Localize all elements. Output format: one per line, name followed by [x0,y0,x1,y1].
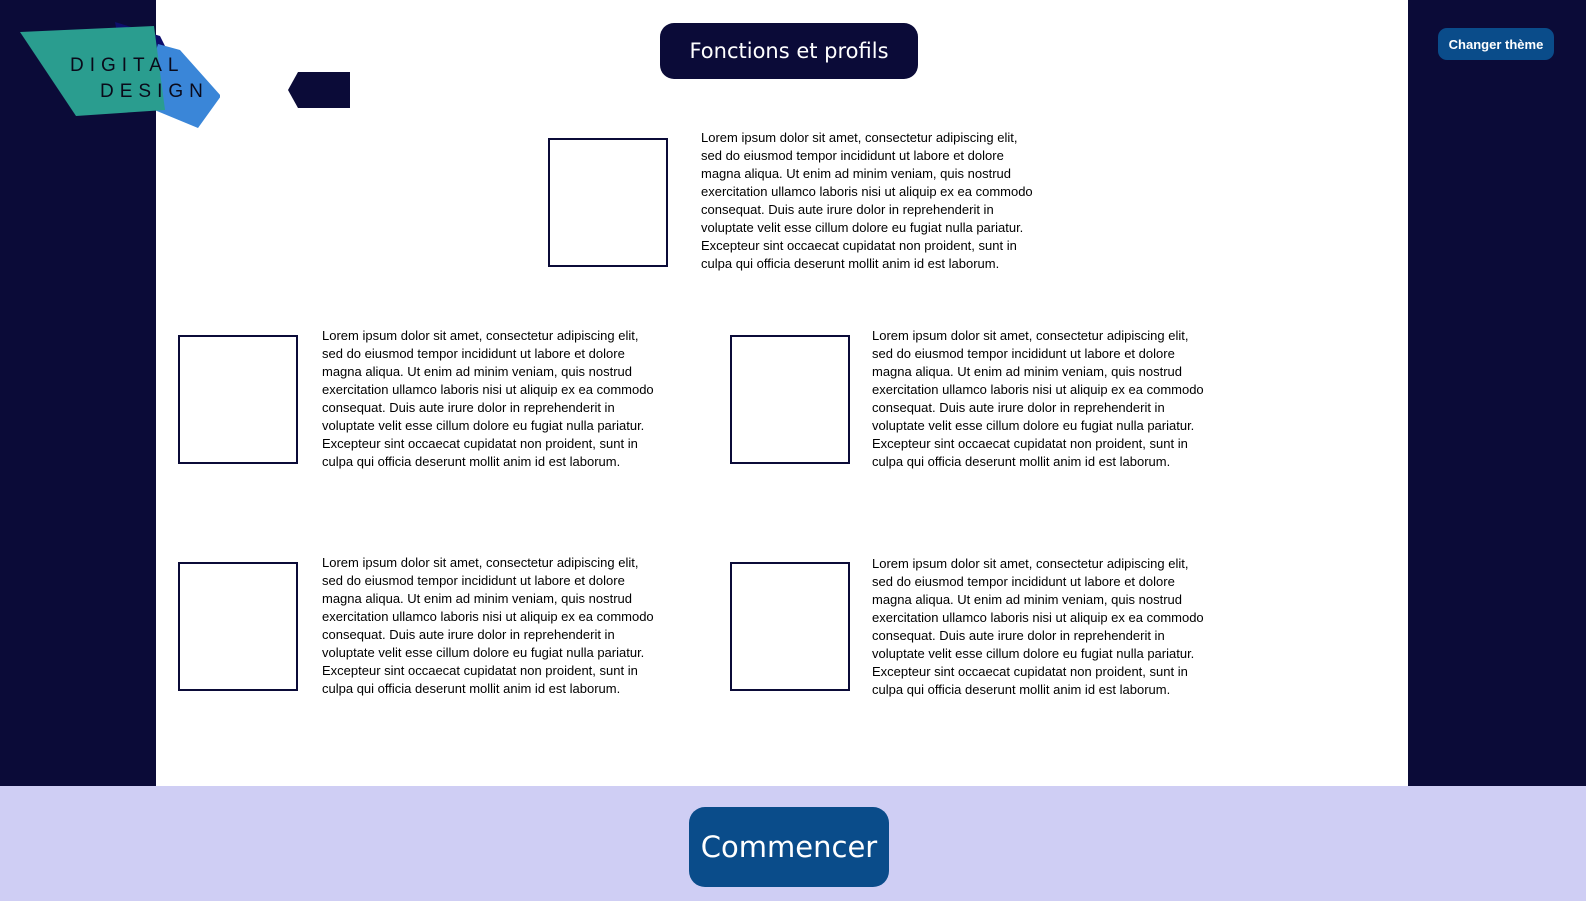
profile-image-placeholder [730,335,850,464]
profile-image-placeholder [178,562,298,691]
profile-image-placeholder [548,138,668,267]
profile-image-placeholder [178,335,298,464]
logo-text-line1: DIGITAL [70,55,185,76]
profile-description: Lorem ipsum dolor sit amet, consectetur … [872,328,1204,469]
profile-description: Lorem ipsum dolor sit amet, consectetur … [322,555,654,696]
start-button[interactable]: Commencer [689,807,889,887]
profile-description: Lorem ipsum dolor sit amet, consectetur … [872,556,1204,697]
change-theme-button[interactable]: Changer thème [1438,28,1554,60]
profile-image-placeholder [730,562,850,691]
profile-description: Lorem ipsum dolor sit amet, consectetur … [322,328,654,469]
page-title: Fonctions et profils [660,23,918,79]
digital-design-logo[interactable]: DIGITAL DESIGN [20,18,220,130]
back-arrow-icon[interactable] [288,72,350,108]
profile-description: Lorem ipsum dolor sit amet, consectetur … [701,130,1033,271]
logo-text-line2: DESIGN [100,81,209,102]
